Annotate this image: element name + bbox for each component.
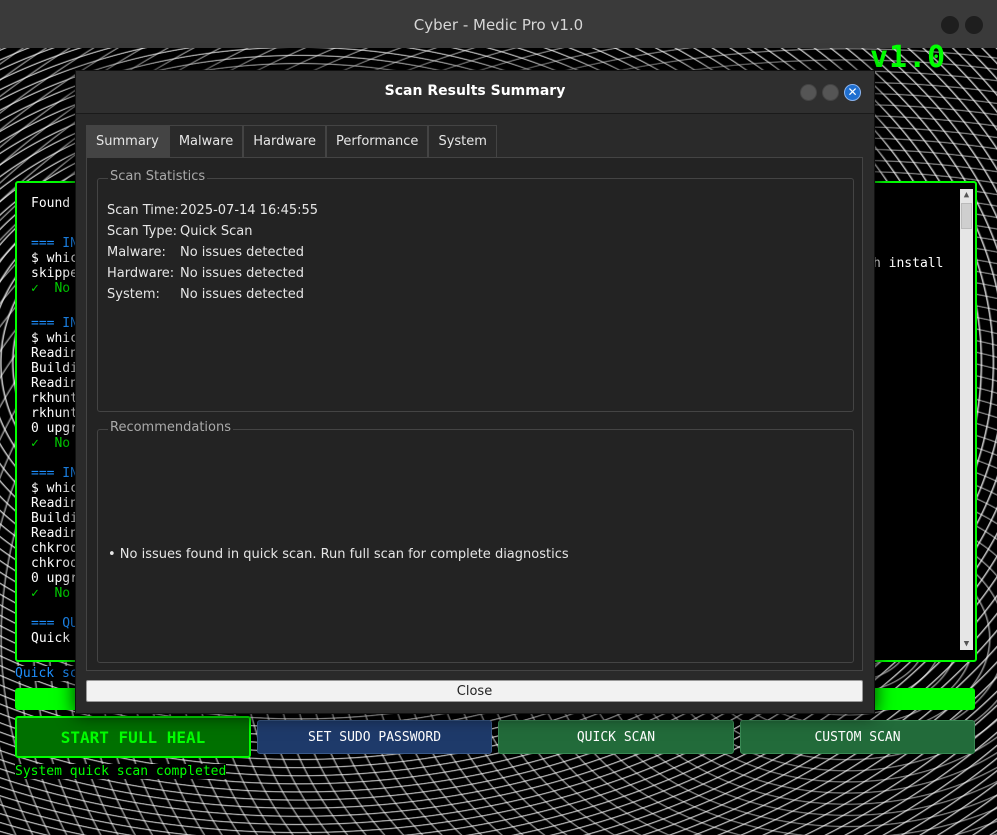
log-line: Readin xyxy=(31,496,78,511)
recommendations-legend: Recommendations xyxy=(108,420,234,435)
scan-results-dialog: Scan Results Summary ✕ Summary Malware H… xyxy=(75,70,875,714)
stat-row-malware: Malware: No issues detected xyxy=(107,245,304,260)
quick-scan-button[interactable]: QUICK SCAN xyxy=(498,720,734,754)
scroll-down-icon[interactable]: ▼ xyxy=(960,638,973,650)
log-line: Readin xyxy=(31,526,78,541)
log-line: ✓ No xyxy=(31,281,78,296)
log-line: $ whic xyxy=(31,481,78,496)
scroll-up-icon[interactable]: ▲ xyxy=(960,189,973,201)
dialog-minimize-button[interactable] xyxy=(800,84,817,101)
dialog-close-icon[interactable]: ✕ xyxy=(844,84,861,101)
scroll-thumb[interactable] xyxy=(961,203,972,229)
log-line: rkhunt xyxy=(31,406,78,421)
scan-statistics-group: Scan Statistics Scan Time: 2025-07-14 16:… xyxy=(97,169,854,412)
window-titlebar: Cyber - Medic Pro v1.0 xyxy=(0,0,997,49)
set-sudo-password-button[interactable]: SET SUDO PASSWORD xyxy=(257,720,492,754)
log-line: 0 upgr xyxy=(31,421,78,436)
maximize-button[interactable] xyxy=(965,16,983,34)
log-line: Buildi xyxy=(31,511,78,526)
window-title: Cyber - Medic Pro v1.0 xyxy=(413,16,584,34)
stat-row-system: System: No issues detected xyxy=(107,287,304,302)
scan-statistics-legend: Scan Statistics xyxy=(108,169,208,184)
log-line: ✓ No xyxy=(31,586,78,601)
log-line: === QU xyxy=(31,616,78,631)
log-line: $ whic xyxy=(31,331,78,346)
log-line: rkhunt xyxy=(31,391,78,406)
log-line: Buildi xyxy=(31,361,78,376)
stat-row-hardware: Hardware: No issues detected xyxy=(107,266,304,281)
recommendations-group: Recommendations • No issues found in qui… xyxy=(97,420,854,663)
tab-performance[interactable]: Performance xyxy=(326,125,429,157)
log-line: === IN xyxy=(31,466,78,481)
recommendation-item: • No issues found in quick scan. Run ful… xyxy=(108,547,569,562)
log-line: 0 upgr xyxy=(31,571,78,586)
stat-row-scan-time: Scan Time: 2025-07-14 16:45:55 xyxy=(107,203,319,218)
footer-status: System quick scan completed xyxy=(15,764,227,779)
log-line: Found xyxy=(31,196,78,211)
log-line: chkroo xyxy=(31,556,78,571)
tab-summary[interactable]: Summary xyxy=(86,125,169,157)
summary-tab-pane: Scan Statistics Scan Time: 2025-07-14 16:… xyxy=(86,157,863,671)
log-scrollbar[interactable]: ▲ ▼ xyxy=(960,189,973,650)
log-line: Readin xyxy=(31,346,78,361)
minimize-button[interactable] xyxy=(941,16,959,34)
stat-row-scan-type: Scan Type: Quick Scan xyxy=(107,224,253,239)
custom-scan-button[interactable]: CUSTOM SCAN xyxy=(740,720,975,754)
log-line: $ whic xyxy=(31,251,78,266)
log-line: === IN xyxy=(31,316,78,331)
tab-malware[interactable]: Malware xyxy=(168,125,244,157)
dialog-tabs: Summary Malware Hardware Performance Sys… xyxy=(86,125,497,157)
log-line: Readin xyxy=(31,376,78,391)
log-line: chkroo xyxy=(31,541,78,556)
log-line-fragment: h install xyxy=(873,256,944,271)
close-button[interactable]: Close xyxy=(86,680,863,702)
dialog-maximize-button[interactable] xyxy=(822,84,839,101)
log-line: === IN xyxy=(31,236,78,251)
dialog-titlebar: Scan Results Summary ✕ xyxy=(76,71,874,114)
log-line: ✓ No xyxy=(31,436,78,451)
tab-hardware[interactable]: Hardware xyxy=(243,125,327,157)
app-heading: v1.0 xyxy=(870,40,947,75)
log-line: skippe xyxy=(31,266,78,281)
dialog-title: Scan Results Summary xyxy=(384,83,566,99)
start-full-heal-button[interactable]: START FULL HEAL xyxy=(15,716,251,758)
log-line: Quick xyxy=(31,631,78,646)
tab-system[interactable]: System xyxy=(428,125,497,157)
